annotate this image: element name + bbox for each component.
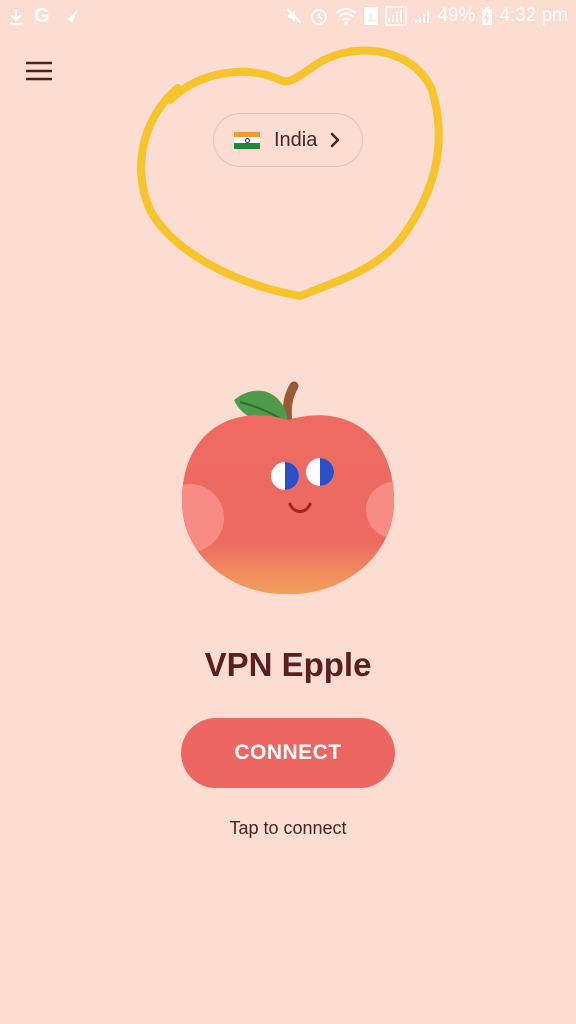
status-bar-left: G: [8, 5, 80, 28]
alarm-icon: [311, 9, 328, 25]
google-icon: G: [34, 5, 50, 27]
signal-box-icon: [385, 6, 408, 26]
mute-icon: [286, 8, 303, 24]
india-flag-icon: [234, 131, 260, 149]
wifi-icon: [335, 8, 357, 25]
vpn-home-screen: G 1 49% 4:32 pm India VPN Epple CONNECT …: [0, 0, 576, 1024]
country-selector[interactable]: India: [213, 113, 363, 167]
connect-hint: Tap to connect: [229, 818, 347, 838]
battery-icon: [482, 7, 493, 25]
rocket-icon: [63, 8, 78, 23]
status-bar-right: 1 49% 4:32 pm: [285, 5, 568, 27]
menu-button[interactable]: [22, 56, 56, 86]
sim-icon: 1: [364, 7, 379, 25]
clock: 4:32 pm: [499, 5, 568, 26]
svg-text:1: 1: [368, 12, 374, 24]
download-icon: [10, 8, 22, 25]
apple-mascot-icon: [181, 381, 395, 595]
country-name: India: [274, 128, 318, 151]
hamburger-menu-icon: [26, 61, 52, 81]
battery-percent: 49%: [437, 5, 476, 26]
status-bar: G 1 49% 4:32 pm: [0, 0, 576, 34]
chevron-right-icon: [329, 131, 341, 149]
connect-button[interactable]: CONNECT: [181, 718, 395, 788]
app-title: VPN Epple: [204, 646, 372, 683]
signal-icon: [415, 10, 430, 23]
